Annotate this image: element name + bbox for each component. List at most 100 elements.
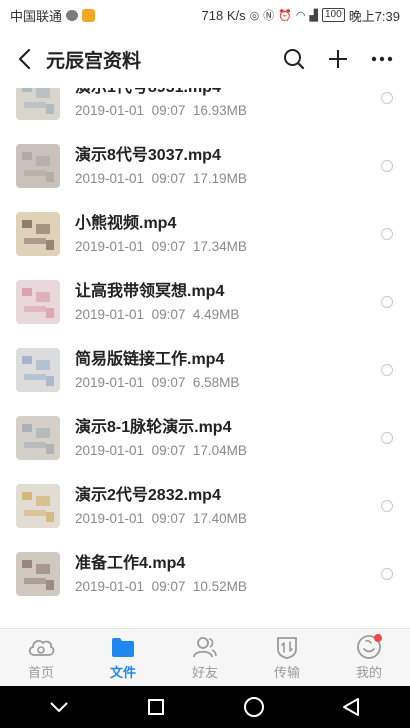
page-title: 元辰宫资料 — [46, 50, 142, 72]
nav-item-files[interactable]: 文件 — [82, 629, 164, 686]
file-row[interactable]: 让高我带领冥想.mp4 2019-01-01 09:07 4.49MB — [0, 268, 410, 336]
video-thumbnail — [16, 552, 60, 596]
select-checkbox[interactable] — [381, 160, 393, 172]
file-size: 17.19MB — [192, 170, 247, 186]
file-name: 演示8代号3037.mp4 — [75, 146, 221, 164]
file-meta: 2019-01-01 09:07 17.04MB — [75, 442, 247, 460]
search-icon[interactable] — [280, 45, 308, 73]
bottom-nav: 首页 文件 好友 传输 我的 — [0, 628, 410, 686]
file-meta: 2019-01-01 09:07 17.19MB — [75, 170, 247, 188]
file-meta: 2019-01-01 09:07 6.58MB — [75, 374, 239, 392]
file-list: 演示1代号8931.mp4 2019-01-01 09:07 16.93MB 演示8… — [0, 88, 410, 628]
file-meta: 2019-01-01 09:07 17.34MB — [75, 238, 247, 256]
hotspot-icon: ◎ — [249, 9, 260, 22]
video-thumbnail — [16, 144, 60, 188]
video-thumbnail — [16, 212, 60, 256]
alarm-icon: ⏰ — [278, 9, 292, 22]
more-options-icon[interactable] — [368, 45, 396, 73]
nav-item-home[interactable]: 首页 — [0, 629, 82, 686]
file-date: 2019-01-01 — [75, 510, 145, 526]
back-arrow-icon[interactable] — [14, 47, 34, 71]
file-size: 17.34MB — [192, 238, 247, 254]
file-info: 简易版链接工作.mp4 2019-01-01 09:07 6.58MB — [75, 336, 239, 404]
file-info: 演示1代号8931.mp4 2019-01-01 09:07 16.93MB — [75, 88, 247, 132]
home-circle-icon[interactable] — [234, 692, 274, 722]
select-checkbox[interactable] — [381, 228, 393, 240]
select-checkbox[interactable] — [381, 432, 393, 444]
select-checkbox[interactable] — [381, 296, 393, 308]
file-row[interactable]: 小熊视频.mp4 2019-01-01 09:07 17.34MB — [0, 200, 410, 268]
file-date: 2019-01-01 — [75, 170, 145, 186]
file-meta: 2019-01-01 09:07 4.49MB — [75, 306, 239, 324]
video-thumbnail — [16, 416, 60, 460]
select-checkbox[interactable] — [381, 364, 393, 376]
wifi-icon: ◠ — [295, 9, 306, 22]
collapse-chevron-icon[interactable] — [39, 692, 79, 722]
file-date: 2019-01-01 — [75, 238, 145, 254]
file-row[interactable]: 简易版链接工作.mp4 2019-01-01 09:07 6.58MB — [0, 336, 410, 404]
status-left: 中国联通 — [10, 6, 96, 25]
video-thumbnail — [16, 348, 60, 392]
file-date: 2019-01-01 — [75, 442, 145, 458]
transfer-icon — [273, 634, 301, 660]
app-header: 元辰宫资料 — [0, 30, 410, 88]
nav-item-transfer[interactable]: 传输 — [246, 629, 328, 686]
file-date: 2019-01-01 — [75, 578, 145, 594]
file-time: 09:07 — [151, 374, 186, 390]
file-row[interactable]: 演示8-1脉轮演示.mp4 2019-01-01 09:07 17.04MB — [0, 404, 410, 472]
file-date: 2019-01-01 — [75, 306, 145, 322]
signal-icon: ▟ — [309, 9, 318, 22]
file-size: 16.93MB — [192, 102, 247, 118]
recent-apps-icon[interactable] — [136, 692, 176, 722]
file-time: 09:07 — [151, 510, 186, 526]
file-size: 6.58MB — [192, 374, 240, 390]
file-info: 演示2代号2832.mp4 2019-01-01 09:07 17.40MB — [75, 472, 247, 540]
file-time: 09:07 — [151, 306, 186, 322]
file-row[interactable]: 准备工作4.mp4 2019-01-01 09:07 10.52MB — [0, 540, 410, 608]
file-size: 17.04MB — [192, 442, 247, 458]
nav-item-profile[interactable]: 我的 — [328, 629, 410, 686]
network-speed: 718 K/s — [201, 7, 246, 23]
file-size: 17.40MB — [192, 510, 247, 526]
video-thumbnail — [16, 88, 60, 120]
file-name: 准备工作4.mp4 — [75, 554, 186, 572]
nav-label: 我的 — [355, 665, 382, 680]
video-thumbnail — [16, 484, 60, 528]
file-row[interactable]: 演示1代号8931.mp4 2019-01-01 09:07 16.93MB — [0, 88, 410, 132]
select-checkbox[interactable] — [381, 500, 393, 512]
cloud-icon — [27, 634, 55, 660]
file-name: 小熊视频.mp4 — [75, 214, 177, 232]
notification-badge — [374, 634, 382, 642]
add-icon[interactable] — [324, 45, 352, 73]
nav-label: 好友 — [191, 665, 218, 680]
carrier-label: 中国联通 — [10, 8, 63, 24]
file-name: 演示8-1脉轮演示.mp4 — [75, 418, 232, 436]
nav-label: 传输 — [273, 665, 300, 680]
file-time: 09:07 — [151, 102, 186, 118]
file-size: 10.52MB — [192, 578, 247, 594]
file-time: 09:07 — [151, 578, 186, 594]
file-size: 4.49MB — [192, 306, 240, 322]
select-checkbox[interactable] — [381, 92, 393, 104]
file-info: 小熊视频.mp4 2019-01-01 09:07 17.34MB — [75, 200, 247, 268]
back-triangle-icon[interactable] — [331, 692, 371, 722]
file-info: 演示8代号3037.mp4 2019-01-01 09:07 17.19MB — [75, 132, 247, 200]
file-name: 演示2代号2832.mp4 — [75, 486, 221, 504]
system-nav-bar — [0, 686, 410, 728]
wechat-icon — [66, 9, 79, 21]
file-meta: 2019-01-01 09:07 16.93MB — [75, 102, 247, 120]
folder-icon — [109, 634, 137, 660]
file-name: 让高我带领冥想.mp4 — [75, 282, 225, 300]
file-time: 09:07 — [151, 238, 186, 254]
file-name: 演示1代号8931.mp4 — [75, 88, 247, 99]
nav-item-friends[interactable]: 好友 — [164, 629, 246, 686]
file-meta: 2019-01-01 09:07 17.40MB — [75, 510, 247, 528]
friends-icon — [191, 634, 219, 660]
status-bar: 中国联通 718 K/s ◎ Ⓝ ⏰ ◠ ▟ 100 晚上7:39 — [0, 0, 410, 30]
file-date: 2019-01-01 — [75, 374, 145, 390]
file-row[interactable]: 演示8代号3037.mp4 2019-01-01 09:07 17.19MB — [0, 132, 410, 200]
file-time: 09:07 — [151, 442, 186, 458]
file-row[interactable]: 演示2代号2832.mp4 2019-01-01 09:07 17.40MB — [0, 472, 410, 540]
nav-label: 文件 — [109, 665, 136, 680]
select-checkbox[interactable] — [381, 568, 393, 580]
